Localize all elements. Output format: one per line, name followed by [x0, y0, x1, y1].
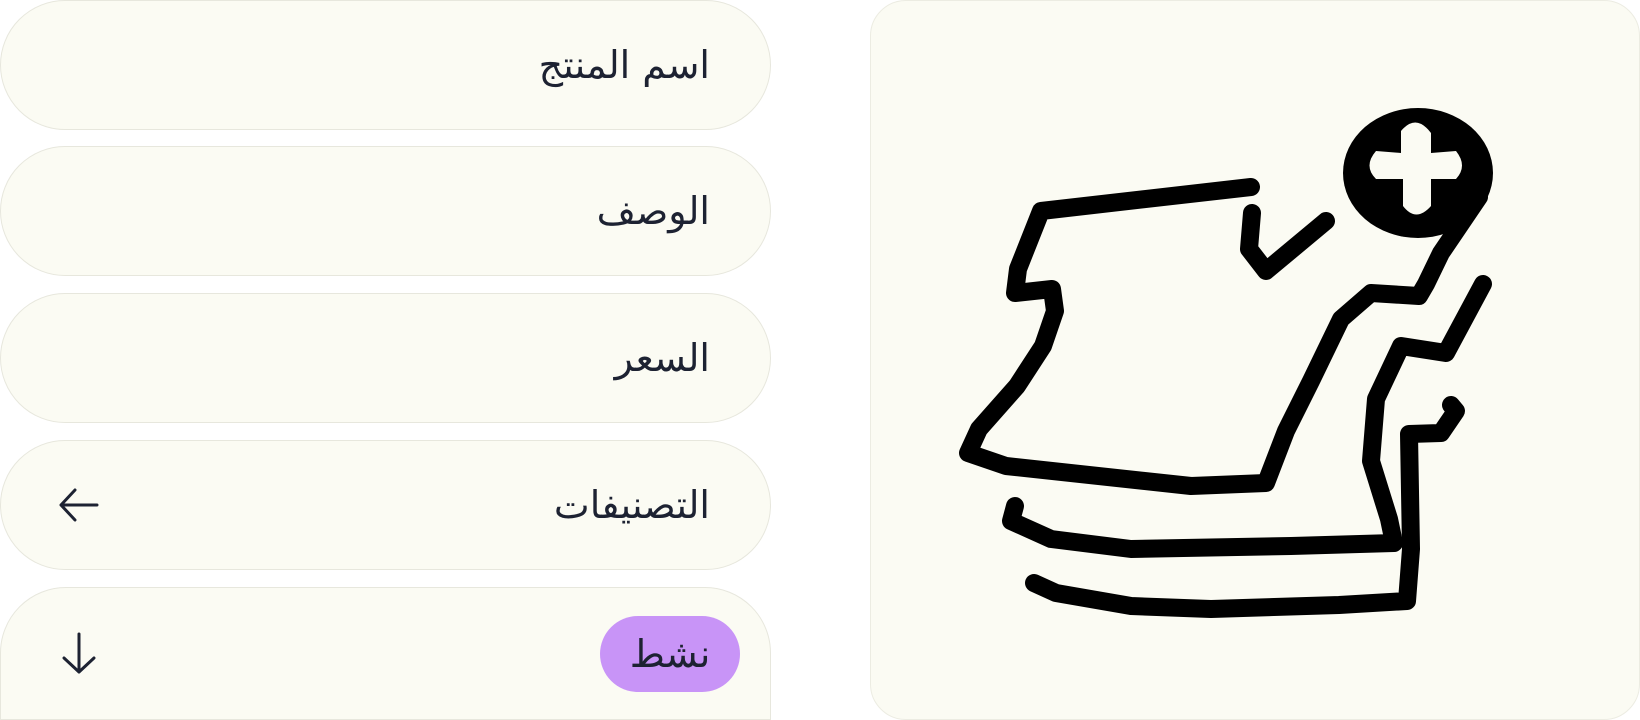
add-product-icon — [959, 108, 1493, 618]
arrow-left-icon[interactable] — [53, 479, 105, 531]
price-label: السعر — [614, 336, 710, 380]
product-form-page: اسم المنتج الوصف السعر التصنيفات نشط — [0, 0, 1640, 720]
product-image-card[interactable] — [870, 0, 1640, 720]
categories-field[interactable]: التصنيفات — [0, 440, 771, 570]
price-field[interactable]: السعر — [0, 293, 771, 423]
description-field[interactable]: الوصف — [0, 146, 771, 276]
description-label: الوصف — [596, 189, 710, 233]
status-field[interactable]: نشط — [0, 587, 771, 720]
arrow-down-icon[interactable] — [53, 628, 105, 680]
product-name-field[interactable]: اسم المنتج — [0, 0, 771, 130]
status-badge[interactable]: نشط — [600, 615, 740, 692]
product-name-label: اسم المنتج — [538, 43, 710, 87]
categories-label: التصنيفات — [553, 483, 710, 527]
